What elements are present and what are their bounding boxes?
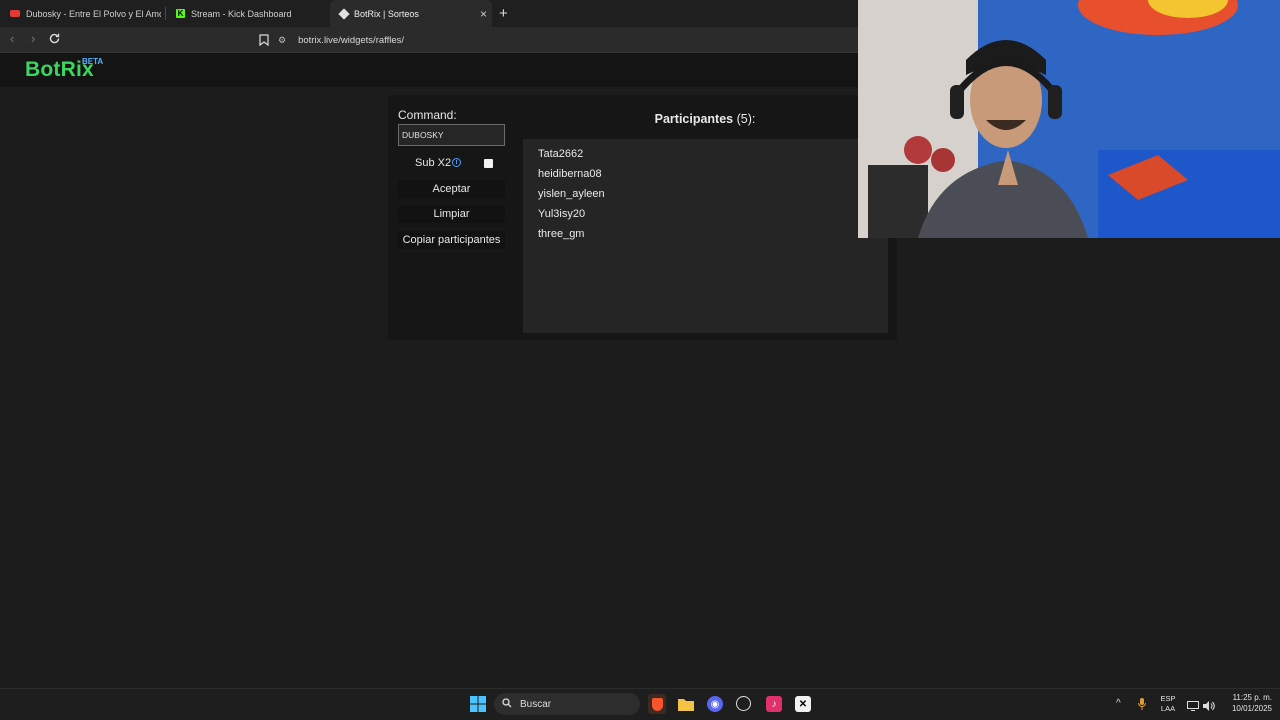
tab-botrix-sorteos[interactable]: BotRix | Sorteos × [330,0,492,27]
language-indicator[interactable]: ESP LAA [1158,694,1178,714]
capcut-icon[interactable]: ✕ [795,696,811,712]
youtube-icon [10,10,20,17]
chevron-up-icon[interactable]: ^ [1116,698,1121,709]
accept-button[interactable]: Aceptar [398,180,505,198]
search-placeholder: Buscar [520,698,552,710]
sub-x2-label: Sub X2 [415,157,452,169]
address-bar[interactable]: ⚙ botrix.live/widgets/raffles/ [278,30,858,50]
participants-title-label: Participantes [654,112,734,126]
tab-dubosky[interactable]: Dubosky - Entre El Polvo y El Amor [A [0,0,162,27]
list-item: heidiberna08 [538,168,602,180]
system-clock[interactable]: 11:25 p. m. 10/01/2025 [1222,692,1272,714]
new-tab-button[interactable]: + [499,5,508,22]
list-item: three_gm [538,228,585,240]
beta-badge: BETA [82,57,104,66]
reload-icon[interactable] [48,32,61,50]
clock-time: 11:25 p. m. [1232,693,1272,702]
list-item: Yul3isy20 [538,208,586,220]
tab-kick-dashboard[interactable]: K Stream - Kick Dashboard [166,0,330,27]
tab-label: Dubosky - Entre El Polvo y El Amor [A [26,8,161,19]
webcam-overlay [858,0,1280,238]
language-code: ESP [1160,694,1176,703]
windows-start-icon[interactable] [470,696,486,712]
volume-icon[interactable] [1203,698,1215,716]
discord-icon[interactable]: ◉ [707,696,723,712]
command-input[interactable] [398,124,505,146]
keyboard-layout: LAA [1160,704,1176,713]
kick-icon: K [176,9,185,18]
timer-icon[interactable] [736,696,751,711]
back-icon[interactable]: ‹ [10,31,14,46]
participants-list: Tata2662 heidiberna08 yislen_ayleen Yul3… [523,139,888,333]
botrix-icon [338,7,350,20]
taskbar-search[interactable]: Buscar [494,693,640,715]
microphone-icon[interactable] [1138,697,1146,715]
bookmark-icon[interactable] [259,33,269,51]
participants-count: (5): [736,112,756,126]
file-explorer-icon[interactable] [678,696,694,712]
tab-label: Stream - Kick Dashboard [191,8,292,19]
network-icon[interactable] [1187,698,1199,716]
list-item: Tata2662 [538,148,584,160]
tab-label: BotRix | Sorteos [354,8,419,19]
search-icon [502,697,512,711]
participants-title: Participantes (5): [523,112,887,126]
info-icon[interactable]: i [452,158,461,167]
copy-participants-button[interactable]: Copiar participantes [398,231,505,249]
brave-browser-icon[interactable] [648,694,666,714]
close-tab-icon[interactable]: × [480,7,487,21]
site-settings-icon[interactable]: ⚙ [278,35,286,46]
clear-button[interactable]: Limpiar [398,205,505,223]
app-header [0,53,860,87]
list-item: yislen_ayleen [538,188,605,200]
forward-icon[interactable]: › [31,31,35,46]
windows-taskbar [0,688,1280,720]
clock-date: 10/01/2025 [1231,704,1272,713]
tiktok-icon[interactable]: ♪ [766,696,782,712]
command-label: Command: [398,108,457,122]
address-url: botrix.live/widgets/raffles/ [298,34,405,46]
sub-x2-checkbox[interactable] [484,159,493,168]
